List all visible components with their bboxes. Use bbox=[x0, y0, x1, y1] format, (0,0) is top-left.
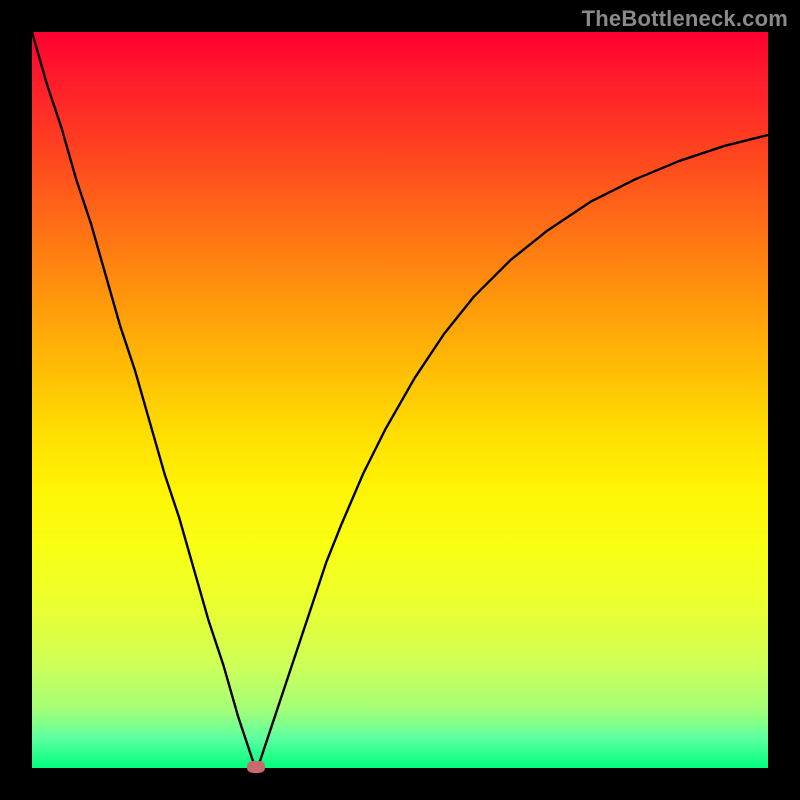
curve-svg bbox=[32, 32, 768, 768]
chart-frame: TheBottleneck.com bbox=[0, 0, 800, 800]
watermark-text: TheBottleneck.com bbox=[582, 6, 788, 32]
bottleneck-curve bbox=[32, 32, 768, 767]
plot-area bbox=[32, 32, 768, 768]
minimum-marker bbox=[247, 761, 265, 773]
